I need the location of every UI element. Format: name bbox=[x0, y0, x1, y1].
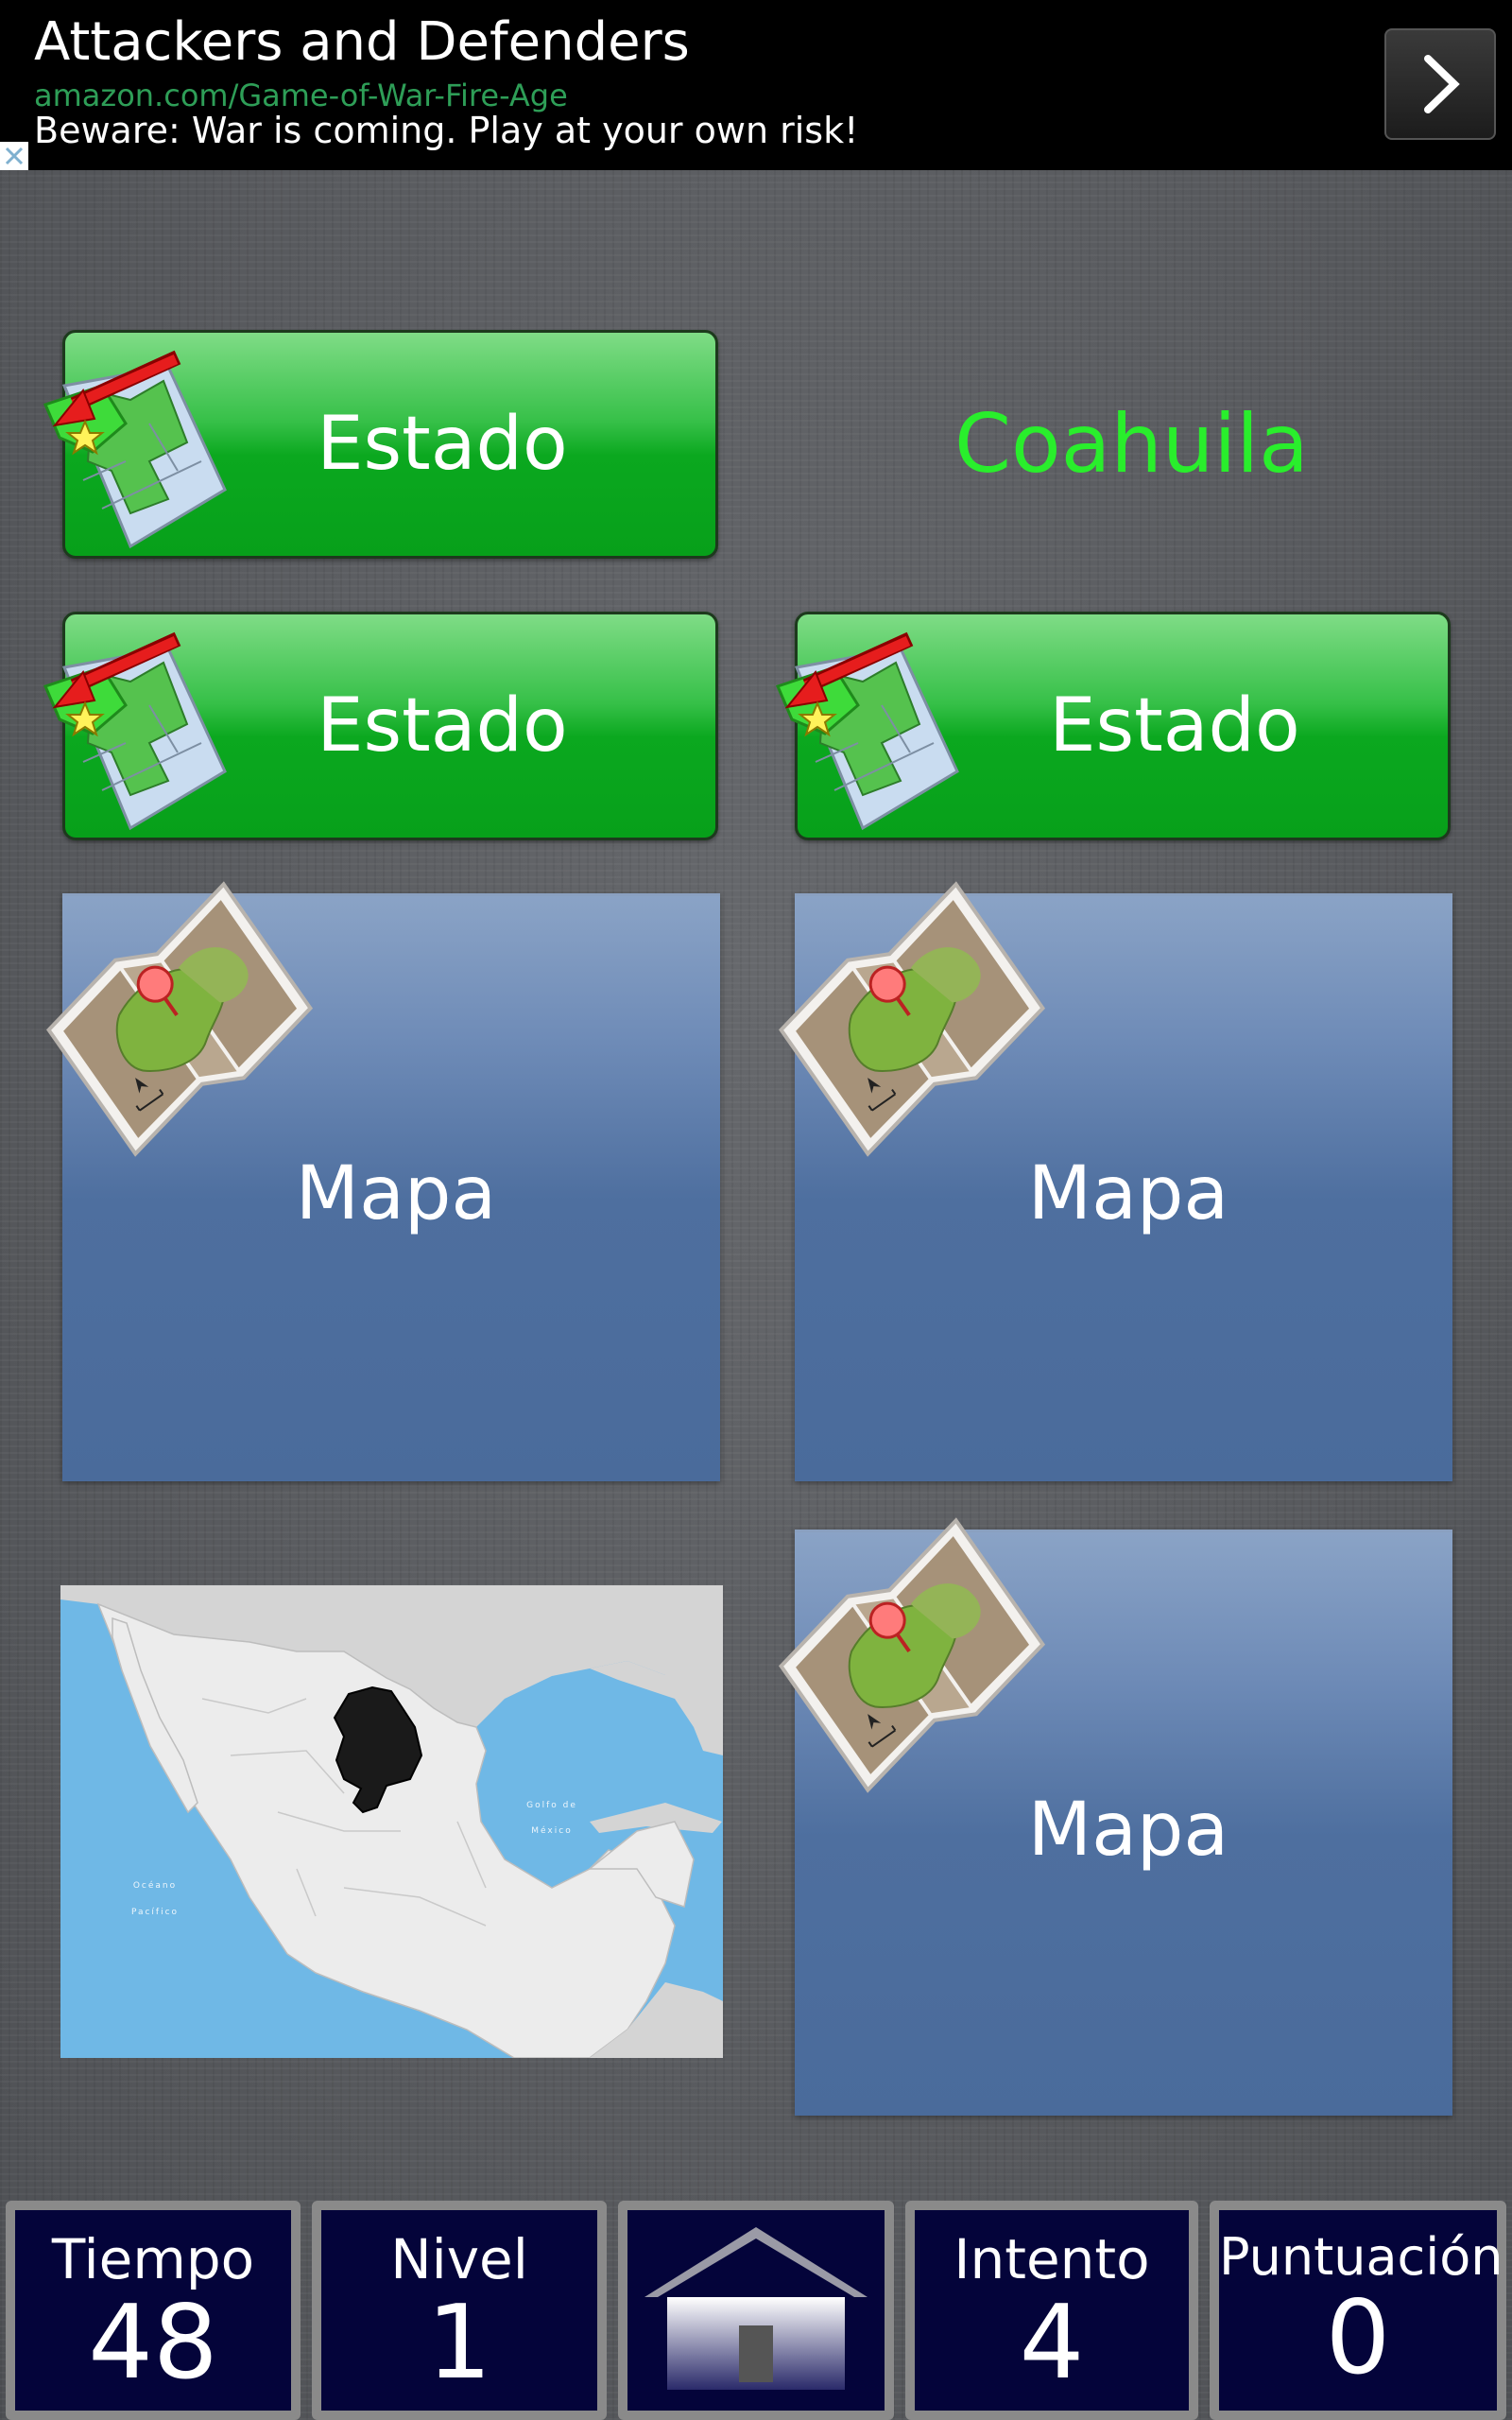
score-stat: Puntuación 0 bbox=[1210, 2201, 1506, 2420]
mexico-map: Golfo de México Océano Pacífico bbox=[60, 1585, 723, 2058]
state-map-arrow-icon bbox=[768, 630, 967, 841]
ocean-label-1: Océano bbox=[133, 1880, 177, 1891]
level-label: Nivel bbox=[390, 2227, 528, 2291]
home-button[interactable] bbox=[618, 2201, 894, 2420]
state-map-arrow-icon bbox=[36, 348, 234, 560]
attempt-label: Intento bbox=[954, 2227, 1150, 2291]
chevron-right-icon bbox=[1424, 55, 1460, 113]
ad-title[interactable]: Attackers and Defenders bbox=[34, 11, 690, 73]
attempt-value: 4 bbox=[1019, 2284, 1085, 2402]
folded-map-icon bbox=[28, 877, 331, 1165]
mexico-map-graphic: Golfo de México Océano Pacífico bbox=[60, 1585, 723, 2058]
time-value: 48 bbox=[88, 2284, 218, 2402]
time-label: Tiempo bbox=[51, 2227, 255, 2291]
level-value: 1 bbox=[426, 2284, 492, 2402]
state-map-arrow-icon bbox=[36, 630, 234, 841]
ad-banner[interactable]: Attackers and Defenders amazon.com/Game-… bbox=[0, 0, 1512, 170]
ad-description[interactable]: Beware: War is coming. Play at your own … bbox=[34, 110, 858, 151]
home-icon bbox=[644, 2227, 868, 2390]
score-label: Puntuación bbox=[1219, 2227, 1503, 2287]
score-value: 0 bbox=[1325, 2279, 1391, 2397]
time-stat: Tiempo 48 bbox=[6, 2201, 301, 2420]
gulf-label-1: Golfo de bbox=[526, 1801, 577, 1810]
ad-url[interactable]: amazon.com/Game-of-War-Fire-Age bbox=[34, 78, 568, 113]
ad-close-icon[interactable] bbox=[0, 142, 28, 170]
ocean-label-2: Pacífico bbox=[131, 1908, 179, 1917]
gulf-label-2: México bbox=[531, 1825, 572, 1836]
folded-map-icon bbox=[761, 1513, 1063, 1801]
level-stat: Nivel 1 bbox=[312, 2201, 607, 2420]
ad-next-button[interactable] bbox=[1384, 28, 1496, 140]
attempt-stat: Intento 4 bbox=[905, 2201, 1198, 2420]
target-state-name: Coahuila bbox=[954, 397, 1309, 492]
folded-map-icon bbox=[761, 877, 1063, 1165]
